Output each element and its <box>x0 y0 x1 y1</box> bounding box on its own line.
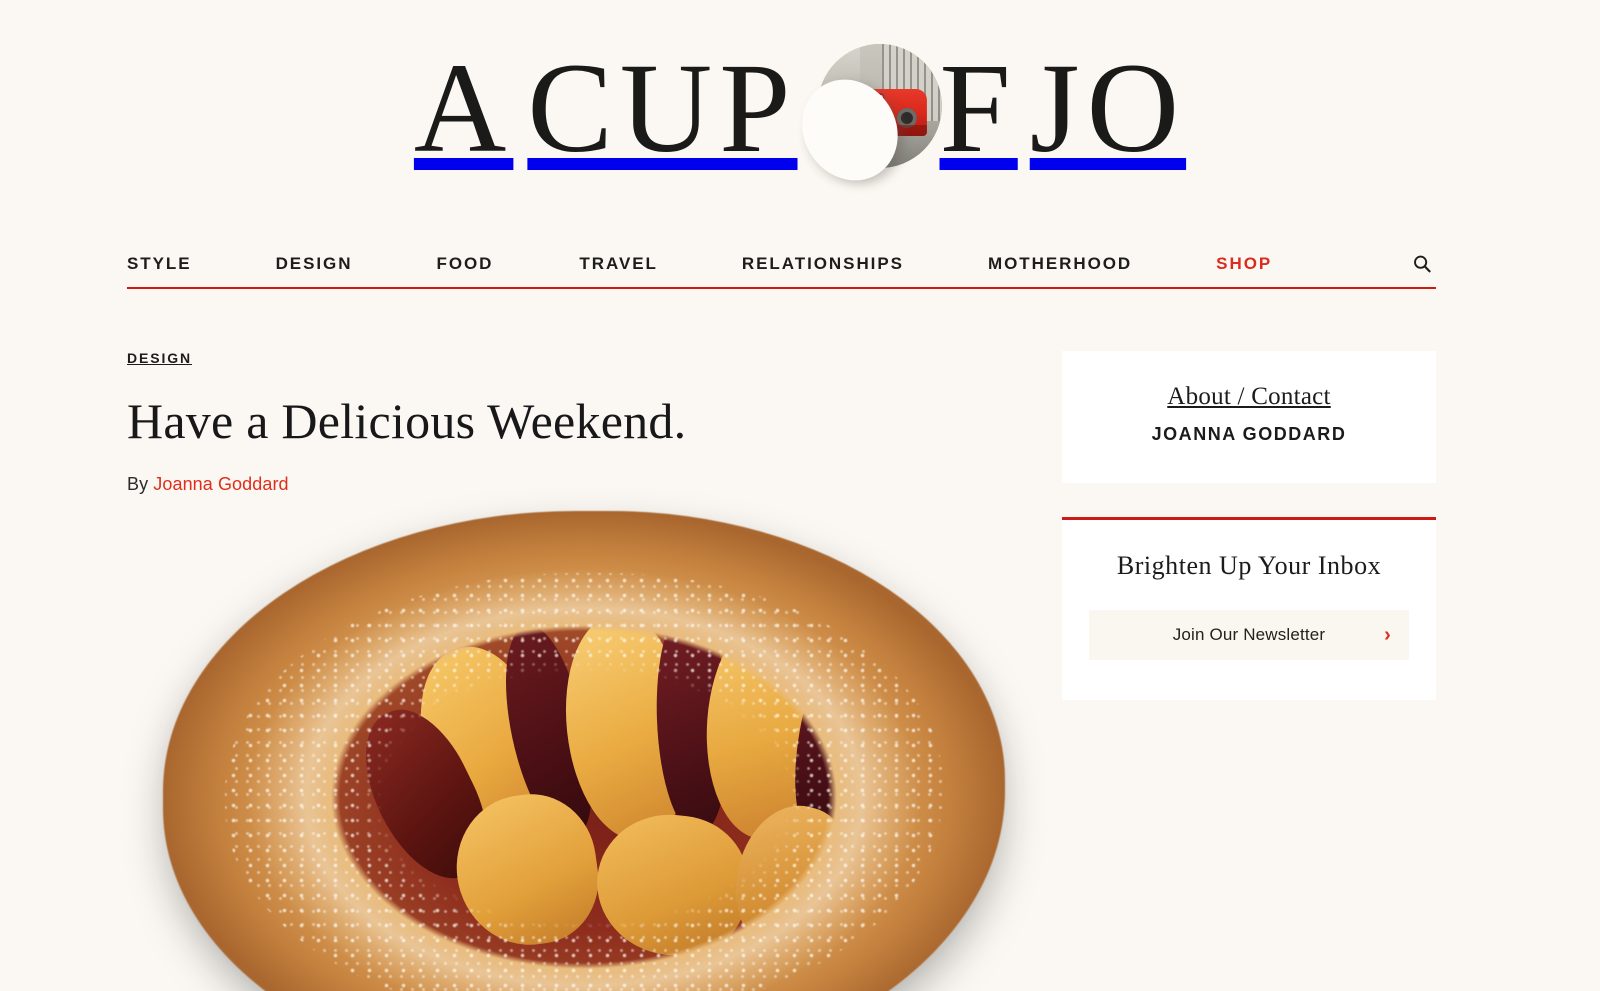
coffee-cup-photo-icon <box>782 44 942 199</box>
about-card-body: About / Contact JOANNA GODDARD <box>1062 351 1436 483</box>
nav-link-relationships[interactable]: RELATIONSHIPS <box>742 254 904 273</box>
primary-navigation: STYLE DESIGN FOOD TRAVEL RELATIONSHIPS M… <box>127 238 1437 290</box>
car-wheel-rear <box>897 108 918 129</box>
newsletter-card: Brighten Up Your Inbox Join Our Newslett… <box>1062 516 1436 701</box>
about-card: About / Contact JOANNA GODDARD <box>1062 351 1436 483</box>
author-link[interactable]: Joanna Goddard <box>153 474 288 494</box>
nav-item-relationships: RELATIONSHIPS <box>742 254 904 274</box>
article-category-label[interactable]: DESIGN <box>127 350 192 366</box>
join-newsletter-button[interactable]: Join Our Newsletter › <box>1089 610 1409 661</box>
search-button[interactable] <box>1409 251 1435 277</box>
page-root: A CUP F JO STYLE DESIGN FOOD TRAVEL RELA… <box>0 0 1600 991</box>
nav-link-design[interactable]: DESIGN <box>276 254 353 273</box>
nav-list: STYLE DESIGN FOOD TRAVEL RELATIONSHIPS M… <box>127 254 1409 274</box>
logo-word-jo: JO <box>1029 37 1187 179</box>
byline-prefix: By <box>127 474 149 494</box>
join-newsletter-label: Join Our Newsletter <box>1172 625 1326 645</box>
nav-item-travel: TRAVEL <box>579 254 657 274</box>
nav-link-motherhood[interactable]: MOTHERHOOD <box>988 254 1132 273</box>
newsletter-heading: Brighten Up Your Inbox <box>1116 550 1382 580</box>
featured-article: DESIGN Have a Delicious Weekend. By Joan… <box>127 350 1005 991</box>
nav-underline-rule <box>127 287 1436 289</box>
nav-link-shop[interactable]: SHOP <box>1216 254 1272 273</box>
sidebar: About / Contact JOANNA GODDARD Brighten … <box>1062 351 1436 701</box>
about-contact-link[interactable]: About / Contact <box>1167 383 1330 410</box>
article-byline: By Joanna Goddard <box>127 474 974 495</box>
chevron-right-icon: › <box>1384 624 1391 647</box>
nav-link-travel[interactable]: TRAVEL <box>579 254 657 273</box>
about-author-name: JOANNA GODDARD <box>1151 423 1347 444</box>
nav-item-style: STYLE <box>127 254 192 274</box>
logo-letter-f: F <box>939 37 1018 179</box>
nav-item-food: FOOD <box>436 254 493 274</box>
nav-item-design: DESIGN <box>276 254 353 274</box>
nav-item-motherhood: MOTHERHOOD <box>988 254 1132 274</box>
site-masthead: A CUP F JO <box>0 0 1600 218</box>
site-logo[interactable]: A CUP F JO <box>413 37 1187 199</box>
nav-link-style[interactable]: STYLE <box>127 254 192 273</box>
nav-link-food[interactable]: FOOD <box>436 254 493 273</box>
search-icon <box>1414 255 1431 273</box>
article-headline: Have a Delicious Weekend. <box>127 393 687 449</box>
nav-item-shop: SHOP <box>1216 254 1272 274</box>
logo-word-cup: CUP <box>527 37 798 179</box>
logo-letter-a: A <box>413 37 514 179</box>
